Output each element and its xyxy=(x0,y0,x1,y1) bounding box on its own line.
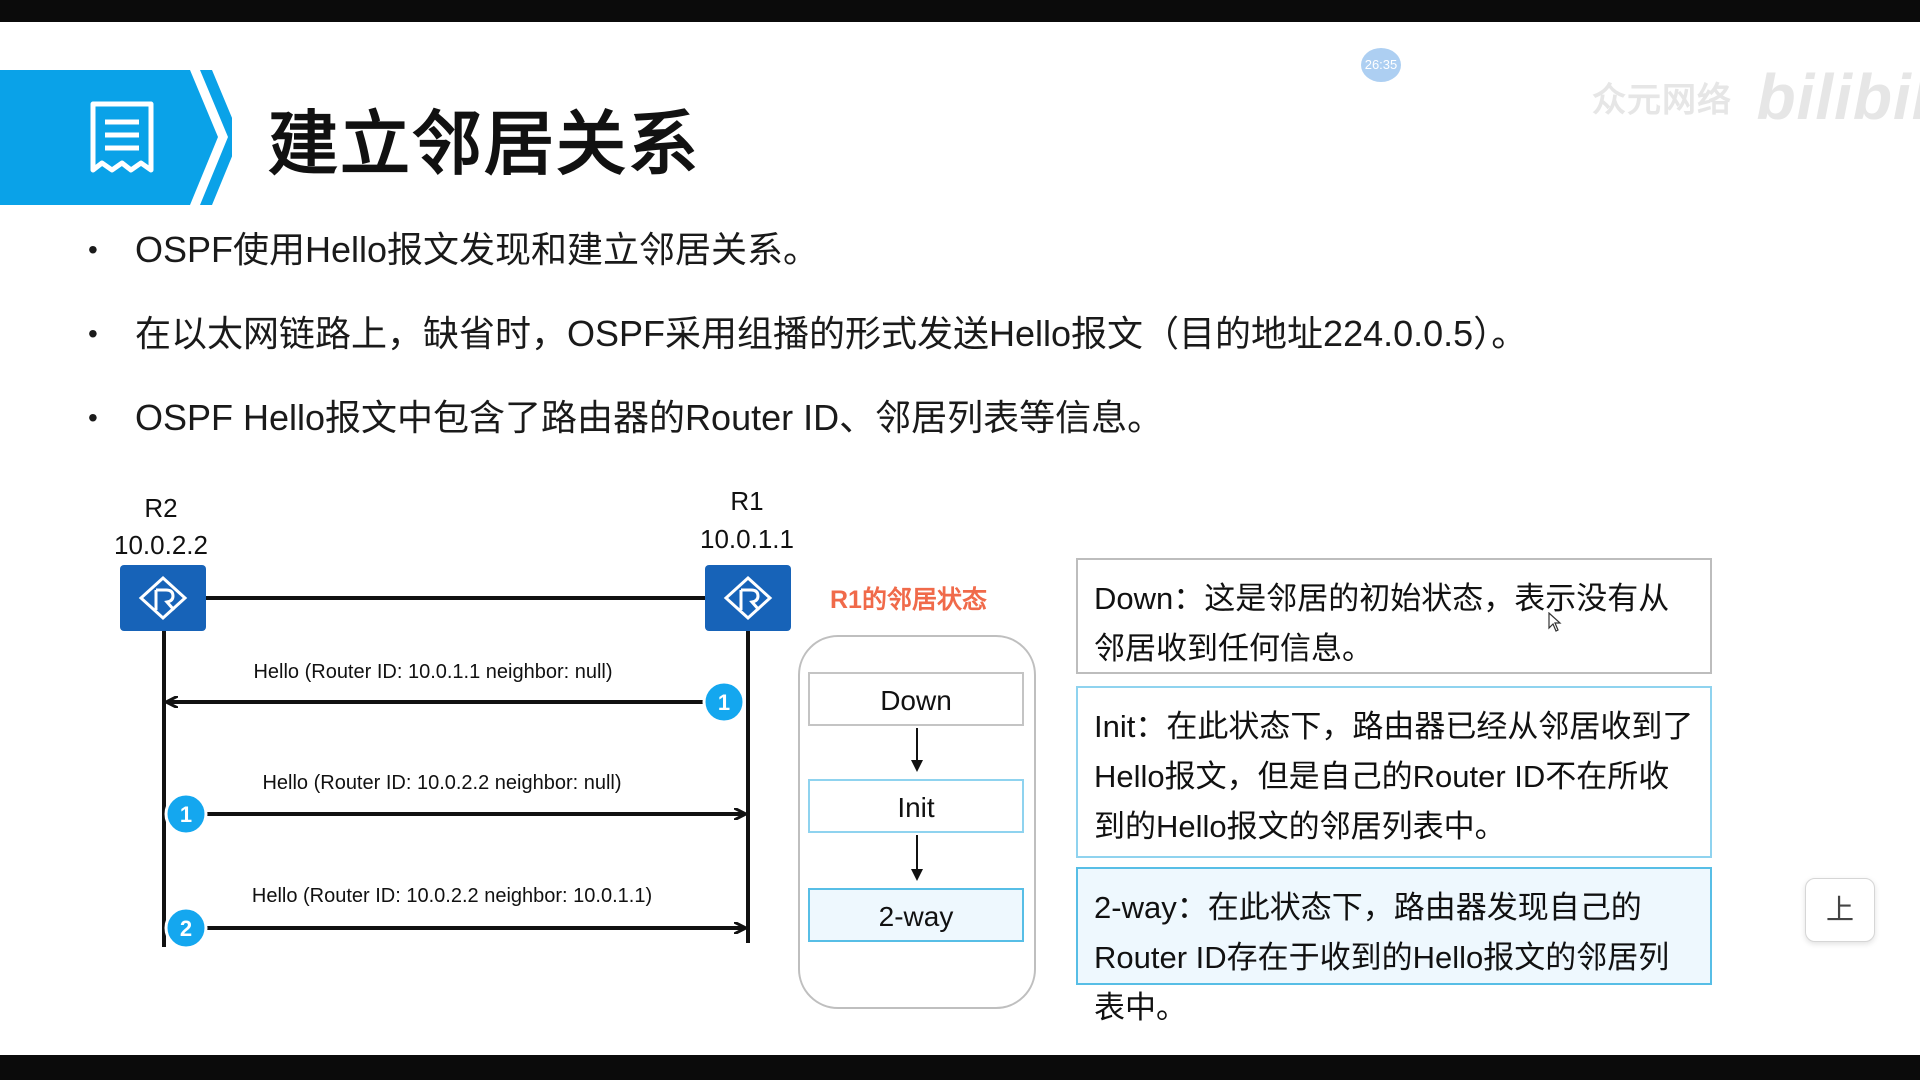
state-init: Init xyxy=(808,779,1024,833)
state-down: Down xyxy=(808,672,1024,726)
step-badge: 1 xyxy=(702,680,746,724)
down-arrow-icon xyxy=(911,728,923,772)
r2-ip: 10.0.2.2 xyxy=(114,530,208,560)
step-number: 1 xyxy=(180,802,192,827)
r1-router xyxy=(705,565,791,631)
description-down: Down：这是邻居的初始状态，表示没有从邻居收到任何信息。 xyxy=(1076,558,1712,674)
description-init: Init：在此状态下，路由器已经从邻居收到了Hello报文，但是自己的Route… xyxy=(1076,686,1712,858)
state-panel-title: R1的邻居状态 xyxy=(830,586,987,614)
step-badge: 1 xyxy=(164,792,208,836)
step-badge: 2 xyxy=(164,906,208,950)
hello-message-label: Hello (Router ID: 10.0.1.1 neighbor: nul… xyxy=(253,661,612,683)
hello-message-label: Hello (Router ID: 10.0.2.2 neighbor: nul… xyxy=(262,772,621,794)
hello-message-label: Hello (Router ID: 10.0.2.2 neighbor: 10.… xyxy=(252,885,652,907)
down-arrow-icon xyxy=(911,835,923,881)
r2-label: R2 xyxy=(144,493,177,523)
description-2way: 2-way：在此状态下，路由器发现自己的Router ID存在于收到的Hello… xyxy=(1076,867,1712,1025)
mouse-cursor-icon xyxy=(1548,612,1562,632)
r1-label: R1 xyxy=(730,486,763,516)
r2-router xyxy=(120,565,206,631)
bottom-black-bar xyxy=(0,1055,1920,1080)
state-2way: 2-way xyxy=(808,888,1024,942)
r1-ip: 10.0.1.1 xyxy=(700,524,794,554)
scroll-up-button[interactable]: 上 xyxy=(1805,878,1875,942)
step-number: 1 xyxy=(718,690,730,715)
step-number: 2 xyxy=(180,916,192,941)
